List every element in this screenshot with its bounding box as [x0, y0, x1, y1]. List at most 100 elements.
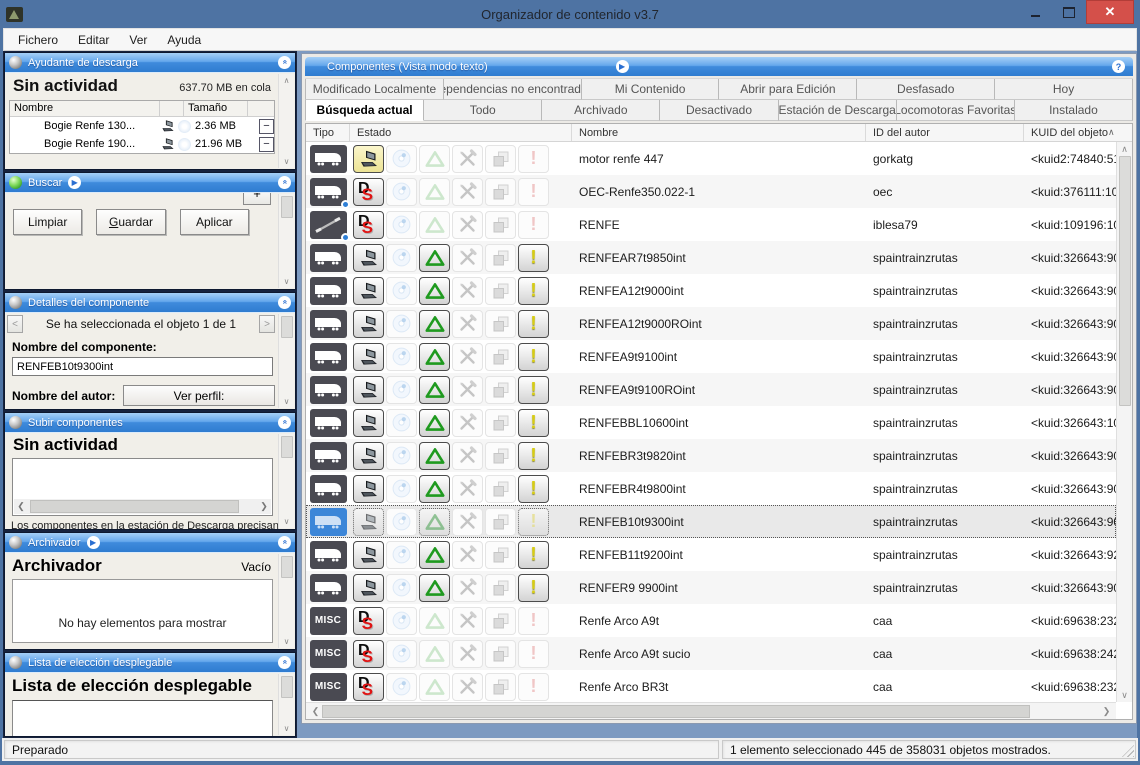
tab-abrir-para-edici-n[interactable]: Abrir para Edición	[719, 79, 857, 100]
upload-horizontal-scrollbar[interactable]: ❮ ❯	[14, 499, 271, 514]
maximize-button[interactable]	[1052, 0, 1086, 24]
table-row[interactable]: !RENFEA12t9000intspaintrainzrutas<kuid:3…	[306, 274, 1116, 307]
archiver-panel-scrollbar[interactable]: ∨	[278, 554, 294, 648]
clear-button[interactable]: Limpiar	[13, 209, 82, 235]
search-header[interactable]: Buscar ▶ »	[5, 173, 295, 192]
tab-todo[interactable]: Todo	[424, 100, 542, 121]
tab-archivado[interactable]: Archivado	[542, 100, 660, 121]
collapse-chevron-icon[interactable]: »	[278, 656, 291, 669]
column-header-id-del-autor[interactable]: ID del autor	[866, 124, 1024, 141]
picklist-list[interactable]	[12, 700, 273, 736]
table-row[interactable]: !RENFEA9t9100ROintspaintrainzrutas<kuid:…	[306, 373, 1116, 406]
download-row[interactable]: Bogie Renfe 130...2.36 MB−	[10, 117, 274, 135]
details-header[interactable]: Detalles del componente »	[5, 293, 295, 312]
menu-item-editar[interactable]: Editar	[68, 30, 119, 50]
scroll-thumb[interactable]	[281, 556, 293, 578]
tab-desfasado[interactable]: Desfasado	[857, 79, 995, 100]
table-row[interactable]: !motor renfe 447gorkatg<kuid2:74840:51	[306, 142, 1116, 175]
upload-list[interactable]: ❮ ❯	[12, 458, 273, 516]
column-header-kuid-del-objeto[interactable]: KUID del objeto∧	[1024, 124, 1116, 141]
tab-modificado-localmente[interactable]: Modificado Localmente	[305, 79, 444, 100]
search-panel-scrollbar[interactable]: ∨	[278, 194, 294, 288]
table-row[interactable]: !RENFER9 9900intspaintrainzrutas<kuid:32…	[306, 571, 1116, 604]
menu-item-ver[interactable]: Ver	[119, 30, 157, 50]
scroll-right-icon[interactable]: ❯	[257, 501, 271, 512]
scroll-down-icon[interactable]: ∨	[284, 637, 290, 646]
table-row[interactable]: DS!OEC-Renfe350.022-1oec<kuid:376111:10	[306, 175, 1116, 208]
scroll-thumb[interactable]	[281, 196, 293, 218]
add-filter-button[interactable]: +	[243, 192, 271, 205]
menu-item-fichero[interactable]: Fichero	[8, 30, 68, 50]
download-helper-header[interactable]: Ayudante de descarga »	[5, 53, 295, 72]
remove-from-queue-button[interactable]: −	[259, 119, 274, 134]
scroll-down-icon[interactable]: ∨	[284, 724, 290, 733]
menu-item-ayuda[interactable]: Ayuda	[157, 30, 211, 50]
tab-locomotoras-favoritas[interactable]: Locomotoras Favoritas	[897, 100, 1015, 121]
scroll-thumb[interactable]	[30, 500, 239, 513]
tab-hoy[interactable]: Hoy	[995, 79, 1133, 100]
panel-menu-play-icon[interactable]: ▶	[68, 176, 81, 189]
grid-vertical-scrollbar[interactable]: ∧ ∨	[1116, 142, 1132, 702]
column-header-icon[interactable]	[160, 101, 184, 116]
archiver-list[interactable]: No hay elementos para mostrar	[12, 579, 273, 643]
close-button[interactable]: ✕	[1086, 0, 1134, 24]
scroll-right-icon[interactable]: ❯	[1100, 706, 1113, 717]
help-icon[interactable]: ?	[1112, 60, 1125, 73]
upload-panel-scrollbar[interactable]: ∨	[278, 434, 294, 528]
scroll-down-icon[interactable]: ∨	[284, 397, 290, 406]
grid-horizontal-scrollbar[interactable]: ❮ ❯	[306, 702, 1116, 719]
tab-dependencias-no-encontradas[interactable]: Dependencias no encontradas	[444, 79, 582, 100]
scroll-down-icon[interactable]: ∨	[284, 157, 290, 166]
picklist-header[interactable]: Lista de elección desplegable »	[5, 653, 295, 672]
view-profile-button[interactable]: Ver perfil:	[123, 385, 275, 406]
upload-header[interactable]: Subir componentes »	[5, 413, 295, 432]
column-header-size[interactable]: Tamaño	[184, 101, 248, 116]
table-row[interactable]: !RENFEBR4t9800intspaintrainzrutas<kuid:3…	[306, 472, 1116, 505]
archiver-header[interactable]: Archivador ▶ »	[5, 533, 295, 552]
scroll-thumb[interactable]	[1119, 156, 1131, 406]
minimize-button[interactable]	[1018, 0, 1052, 24]
scroll-up-icon[interactable]: ∧	[284, 76, 290, 85]
column-header-name[interactable]: Nombre	[10, 101, 160, 116]
column-header-tipo[interactable]: Tipo	[306, 124, 350, 141]
collapse-chevron-icon[interactable]: »	[278, 296, 291, 309]
table-row[interactable]: !RENFEBBL10600intspaintrainzrutas<kuid:3…	[306, 406, 1116, 439]
table-row[interactable]: !RENFEB11t9200intspaintrainzrutas<kuid:3…	[306, 538, 1116, 571]
scroll-up-icon[interactable]: ∧	[1121, 142, 1128, 156]
table-row[interactable]: !RENFEA12t9000ROintspaintrainzrutas<kuid…	[306, 307, 1116, 340]
component-name-input[interactable]	[12, 357, 273, 376]
prev-object-button[interactable]: <	[7, 315, 23, 333]
table-row[interactable]: DS!RENFEiblesa79<kuid:109196:10	[306, 208, 1116, 241]
tab-desactivado[interactable]: Desactivado	[660, 100, 778, 121]
scroll-down-icon[interactable]: ∨	[284, 277, 290, 286]
table-row[interactable]: MISCDS!Renfe Arco A9t suciocaa<kuid:6963…	[306, 637, 1116, 670]
table-row[interactable]: !RENFEB10t9300intspaintrainzrutas<kuid:3…	[306, 505, 1116, 538]
panel-menu-play-icon[interactable]: ▶	[87, 536, 100, 549]
tab-mi-contenido[interactable]: Mi Contenido	[582, 79, 720, 100]
scroll-thumb[interactable]	[281, 316, 293, 338]
scroll-thumb[interactable]	[281, 436, 293, 458]
column-header-nombre[interactable]: Nombre	[572, 124, 866, 141]
components-menu-play-icon[interactable]: ▶	[616, 60, 629, 73]
remove-from-queue-button[interactable]: −	[259, 137, 274, 152]
collapse-chevron-icon[interactable]: »	[278, 536, 291, 549]
collapse-chevron-icon[interactable]: »	[278, 176, 291, 189]
scroll-down-icon[interactable]: ∨	[1121, 688, 1128, 702]
table-row[interactable]: !RENFEAR7t9850intspaintrainzrutas<kuid:3…	[306, 241, 1116, 274]
column-header-action[interactable]	[248, 101, 274, 116]
table-row[interactable]: MISCDS!Renfe Arco BR3tcaa<kuid:69638:232	[306, 670, 1116, 702]
scroll-down-icon[interactable]: ∨	[284, 517, 290, 526]
save-button[interactable]: Guardar	[96, 209, 165, 235]
apply-button[interactable]: Aplicar	[180, 209, 249, 235]
table-row[interactable]: !RENFEA9t9100intspaintrainzrutas<kuid:32…	[306, 340, 1116, 373]
resize-grip[interactable]	[1122, 745, 1134, 757]
column-header-estado[interactable]: Estado	[350, 124, 572, 141]
tab-b-squeda-actual[interactable]: Búsqueda actual	[305, 100, 424, 121]
download-panel-scrollbar[interactable]: ∧ ∨	[278, 74, 294, 168]
scroll-thumb[interactable]	[281, 676, 293, 698]
table-row[interactable]: MISCDS!Renfe Arco A9tcaa<kuid:69638:232	[306, 604, 1116, 637]
next-object-button[interactable]: >	[259, 315, 275, 333]
tab-estaci-n-de-descarga[interactable]: Estación de Descarga	[779, 100, 897, 121]
scroll-left-icon[interactable]: ❮	[14, 501, 28, 512]
picklist-panel-scrollbar[interactable]: ∨	[278, 674, 294, 735]
